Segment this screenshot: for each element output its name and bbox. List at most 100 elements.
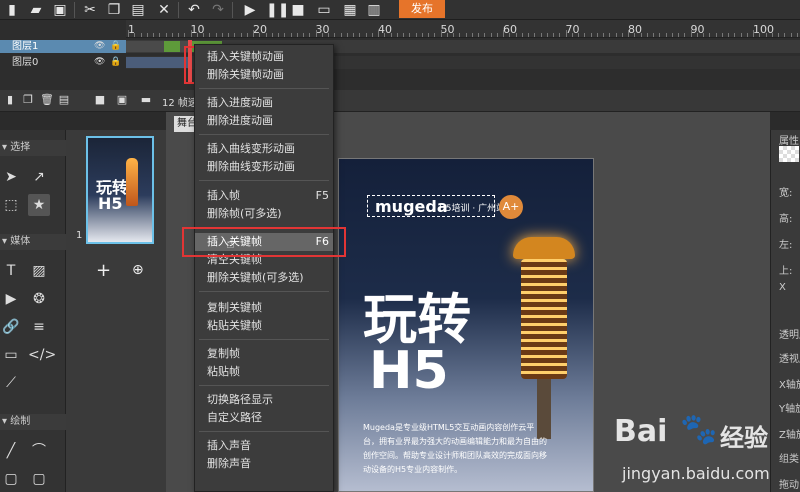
timeline-ruler[interactable]: 1 10 20 30 40 50 60 70 80 90 100 [126, 20, 800, 38]
layer-folder-icon[interactable]: ▣ [116, 94, 128, 106]
menu-toggle-path[interactable]: 切换路径显示 [195, 391, 333, 409]
menu-insert-progress-anim[interactable]: 插入进度动画 [195, 94, 333, 112]
background-swatch[interactable] [779, 146, 799, 162]
fps-label[interactable]: 12 帧速 [162, 94, 198, 109]
prop-height: 高: [779, 214, 793, 225]
new-page-icon[interactable]: ▮ [4, 94, 16, 106]
menu-paste-frame[interactable]: 粘贴帧 [195, 363, 333, 381]
section-media: ▾ 媒体 [0, 234, 66, 250]
ruler-tick [496, 33, 498, 37]
new-file-icon[interactable]: ▮ [4, 2, 20, 18]
redo-icon[interactable]: ↷ [210, 2, 226, 18]
menu-copy-frame[interactable]: 复制帧 [195, 345, 333, 363]
page-thumbnails: 1 玩转 H5 + ⊕ [66, 130, 166, 492]
prop-perspective: 透视度 [779, 354, 800, 365]
add-page-icon[interactable]: + [96, 260, 111, 281]
menu-insert-sound[interactable]: 插入声音 [195, 437, 333, 455]
menu-custom-path[interactable]: 自定义路径 [195, 409, 333, 427]
menu-insert-keyframe-anim[interactable]: 插入关键帧动画 [195, 48, 333, 66]
ruler-tick [396, 33, 398, 37]
menu-paste-keyframe[interactable]: 粘贴关键帧 [195, 317, 333, 335]
list-icon[interactable]: ≡ [28, 316, 50, 338]
curve-tool-icon[interactable]: ⌒ [28, 440, 50, 462]
lock-icon[interactable]: 🔒 [110, 40, 121, 53]
menu-insert-curve-anim[interactable]: 插入曲线变形动画 [195, 140, 333, 158]
ruler-tick [240, 33, 242, 37]
ruler-tick [596, 33, 598, 37]
page-settings-icon[interactable]: ▤ [58, 94, 70, 106]
layer-row-0[interactable]: 图层0 👁 🔒 [0, 56, 126, 69]
undo-icon[interactable]: ↶ [186, 2, 202, 18]
layer-delete-icon[interactable]: ▬ [140, 94, 152, 106]
stop-icon[interactable]: ■ [290, 2, 306, 18]
ruler-tick [471, 33, 473, 37]
stage-canvas[interactable]: mugeda H5培训 · 广州站 A+ 玩转 H5 Mugeda是专业级HTM… [338, 158, 594, 492]
layout-icon[interactable]: ▥ [366, 2, 382, 18]
chart-icon[interactable]: ⟋ [0, 372, 22, 394]
line-tool-icon[interactable]: ╱ [0, 440, 22, 462]
ruler-tick [334, 33, 336, 37]
menu-copy-keyframe[interactable]: 复制关键帧 [195, 299, 333, 317]
menu-delete-curve-anim[interactable]: 删除曲线变形动画 [195, 158, 333, 176]
cut-icon[interactable]: ✂ [82, 2, 98, 18]
paste-icon[interactable]: ▤ [130, 2, 146, 18]
visibility-icon[interactable]: 👁 [94, 40, 105, 53]
prop-title: 属性 [779, 136, 799, 147]
menu-delete-frames[interactable]: 删除帧(可多选) [195, 205, 333, 223]
save-icon[interactable]: ▣ [52, 2, 68, 18]
image-icon[interactable]: ▨ [28, 260, 50, 282]
ruler-tick [778, 33, 779, 37]
star-tool-icon[interactable]: ★ [28, 194, 50, 216]
layer-name: 图层0 [12, 57, 39, 68]
menu-label: 复制关键帧 [207, 301, 262, 314]
shortcut-key: F5 [315, 189, 329, 202]
ruler-tick [296, 33, 298, 37]
rect-tool-icon[interactable]: ▢ [0, 468, 22, 490]
visibility-icon[interactable]: 👁 [94, 56, 105, 69]
insert-page-icon[interactable]: ⊕ [132, 262, 144, 278]
open-file-icon[interactable]: ▰ [28, 2, 44, 18]
ruler-tick [421, 33, 423, 37]
qr-code-icon[interactable]: ▦ [342, 2, 358, 18]
transform-icon[interactable]: ⬚ [0, 194, 22, 216]
ruler-tick [196, 33, 198, 37]
menu-delete-sound[interactable]: 删除声音 [195, 455, 333, 473]
video-icon[interactable]: ▶ [0, 288, 22, 310]
layer-row-1[interactable]: 图层1 👁 🔒 [0, 40, 126, 53]
ruler-tick [534, 33, 536, 37]
ruler-tick [303, 33, 304, 37]
menu-delete-keyframes[interactable]: 删除关键帧(可多选) [195, 269, 333, 287]
ruler-tick [603, 33, 604, 37]
menu-delete-progress-anim[interactable]: 删除进度动画 [195, 112, 333, 130]
delete-page-icon[interactable]: 🗑 [40, 94, 54, 106]
menu-insert-frame[interactable]: 插入帧 F5 [195, 187, 333, 205]
pause-icon[interactable]: ❚❚ [266, 2, 289, 18]
delete-icon[interactable]: ✕ [156, 2, 172, 18]
ruler-tick [440, 30, 442, 37]
lock-icon[interactable]: 🔒 [110, 56, 121, 69]
play-icon[interactable]: ▶ [242, 2, 258, 18]
keyframe-block[interactable] [164, 41, 180, 52]
ruler-tick [253, 30, 254, 37]
ruler-tick [484, 33, 486, 37]
link-icon[interactable]: 🔗 [0, 316, 22, 338]
text-tool-icon[interactable]: T [0, 260, 22, 282]
preview-icon[interactable]: ▭ [316, 2, 332, 18]
ruler-tick [559, 33, 561, 37]
code-icon[interactable]: </> [28, 344, 56, 366]
title-en: H5 [369, 341, 449, 401]
copy-page-icon[interactable]: ❐ [22, 94, 34, 106]
ruler-tick [653, 33, 654, 37]
ruler-tick [140, 33, 142, 37]
publish-button[interactable]: 发布 [399, 0, 445, 18]
layer-add-icon[interactable]: ■ [94, 94, 106, 106]
bezier-icon[interactable]: ↗ [28, 166, 50, 188]
pointer-icon[interactable]: ➤ [0, 166, 22, 188]
ruler-tick [584, 33, 586, 37]
film-reel-icon[interactable]: ❂ [28, 288, 50, 310]
rounded-rect-icon[interactable]: ▢ [28, 468, 50, 490]
page-thumbnail[interactable]: 玩转 H5 [86, 136, 154, 244]
menu-delete-keyframe-anim[interactable]: 删除关键帧动画 [195, 66, 333, 84]
screen-icon[interactable]: ▭ [0, 344, 22, 366]
copy-icon[interactable]: ❐ [106, 2, 122, 18]
